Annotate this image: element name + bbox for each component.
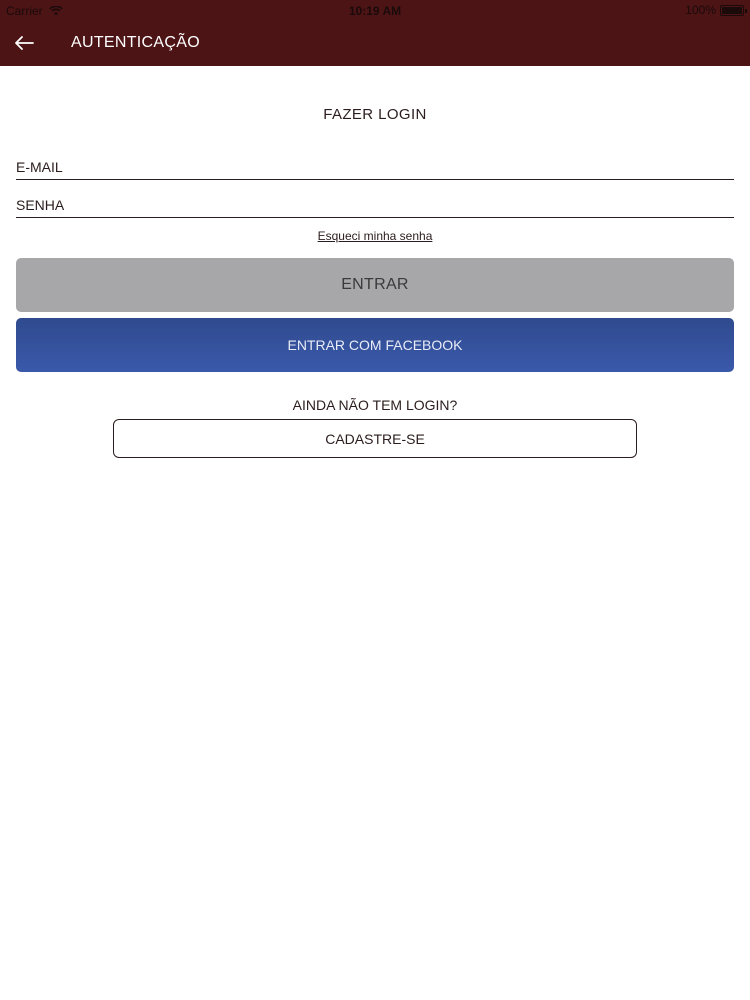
arrow-left-icon bbox=[15, 36, 34, 50]
email-field bbox=[16, 155, 734, 180]
status-time: 10:19 AM bbox=[348, 4, 402, 18]
forgot-password-link[interactable]: Esqueci minha senha bbox=[0, 229, 750, 243]
status-bar: Carrier 10:19 AM 100% bbox=[0, 0, 750, 22]
login-button[interactable]: ENTRAR bbox=[16, 258, 734, 312]
back-button[interactable] bbox=[10, 30, 38, 56]
register-prompt: AINDA NÃO TEM LOGIN? bbox=[292, 397, 458, 413]
battery-indicator: 100% bbox=[685, 3, 747, 17]
password-field bbox=[16, 193, 734, 218]
battery-label: 100% bbox=[685, 3, 716, 17]
register-button[interactable]: CADASTRE-SE bbox=[113, 419, 637, 458]
password-input[interactable] bbox=[16, 193, 734, 217]
login-heading: FAZER LOGIN bbox=[323, 106, 427, 123]
battery-icon bbox=[720, 4, 747, 16]
app-header: Carrier 10:19 AM 100% AUTENTICAÇÃO bbox=[0, 0, 750, 66]
page-title: AUTENTICAÇÃO bbox=[71, 34, 200, 51]
facebook-login-button[interactable]: ENTRAR COM FACEBOOK bbox=[16, 318, 734, 372]
email-input[interactable] bbox=[16, 155, 734, 179]
